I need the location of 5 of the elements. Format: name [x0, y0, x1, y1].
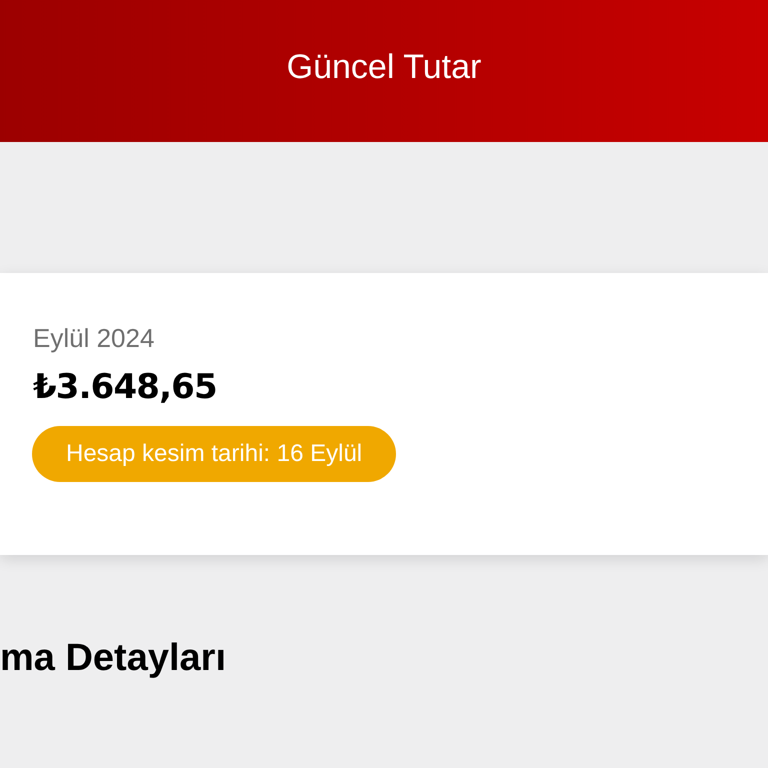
page-title: Güncel Tutar	[286, 50, 482, 88]
billing-period: Eylül 2024	[33, 323, 154, 353]
section-heading: ma Detayları	[0, 639, 228, 677]
cutoff-date-badge: Hesap kesim tarihi: 16 Eylül	[32, 426, 396, 482]
bill-amount: ₺3.648,65	[33, 367, 217, 407]
